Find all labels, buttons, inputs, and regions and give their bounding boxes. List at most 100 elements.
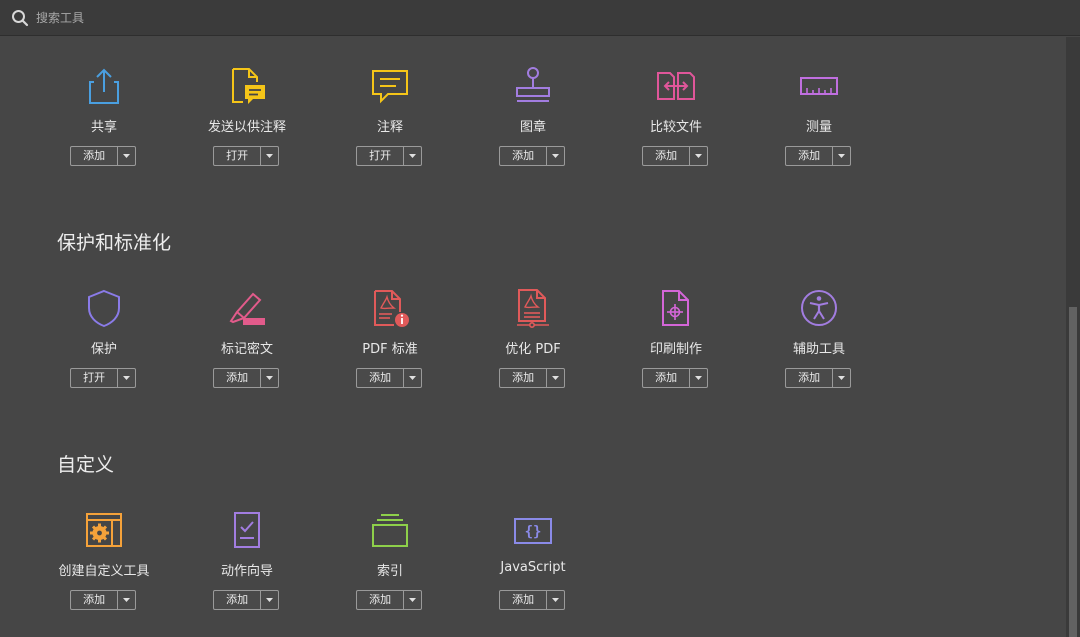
tool-button-label[interactable]: 添加: [214, 591, 262, 609]
dropdown-arrow-icon[interactable]: [261, 591, 278, 609]
pdf-standards-icon: [374, 290, 409, 327]
tool-label: 图章: [519, 120, 546, 135]
tool-action-button[interactable]: 打开: [356, 146, 422, 166]
tool-compare-files[interactable]: 比较文件 添加: [606, 66, 746, 176]
scrollbar-thumb[interactable]: [1069, 307, 1077, 637]
index-icon: [372, 514, 408, 547]
accessibility-icon: [801, 290, 837, 326]
tool-accessibility[interactable]: 辅助工具 添加: [749, 288, 889, 398]
tool-button-label[interactable]: 添加: [643, 147, 691, 165]
tool-measure[interactable]: 测量 添加: [749, 66, 889, 176]
tool-print-production[interactable]: 印刷制作 添加: [606, 288, 746, 398]
tool-action-wizard[interactable]: 动作向导 添加: [177, 510, 317, 620]
create-custom-tool-icon: [86, 513, 122, 547]
tool-action-button[interactable]: 添加: [356, 368, 422, 388]
dropdown-arrow-icon[interactable]: [547, 591, 564, 609]
dropdown-arrow-icon[interactable]: [118, 591, 135, 609]
tool-javascript[interactable]: {} JavaScript 添加: [463, 510, 603, 620]
tool-label: 注释: [376, 120, 403, 135]
search-bar: [0, 0, 1080, 36]
tool-label: JavaScript: [500, 560, 566, 575]
search-icon[interactable]: [11, 9, 29, 27]
tool-label: 标记密文: [220, 342, 273, 357]
tool-button-label[interactable]: 添加: [500, 147, 548, 165]
svg-text:{}: {}: [525, 524, 542, 540]
tool-label: 索引: [376, 564, 403, 579]
vertical-scrollbar[interactable]: [1066, 37, 1080, 637]
dropdown-arrow-icon[interactable]: [404, 369, 421, 387]
tool-index[interactable]: 索引 添加: [320, 510, 460, 620]
tool-action-button[interactable]: 添加: [499, 590, 565, 610]
tool-label: PDF 标准: [362, 342, 418, 357]
tool-action-button[interactable]: 添加: [356, 590, 422, 610]
dropdown-arrow-icon[interactable]: [118, 369, 135, 387]
tool-optimize-pdf[interactable]: 优化 PDF 添加: [463, 288, 603, 398]
tool-label: 共享: [90, 120, 117, 135]
tool-label: 比较文件: [649, 120, 702, 135]
dropdown-arrow-icon[interactable]: [690, 147, 707, 165]
tool-label: 动作向导: [220, 564, 273, 579]
search-input[interactable]: [36, 8, 436, 28]
tool-button-label[interactable]: 添加: [71, 591, 119, 609]
tool-action-button[interactable]: 添加: [785, 368, 851, 388]
tool-action-button[interactable]: 添加: [70, 590, 136, 610]
action-wizard-icon: [234, 512, 260, 548]
dropdown-arrow-icon[interactable]: [261, 147, 278, 165]
tool-button-label[interactable]: 打开: [357, 147, 405, 165]
tool-share[interactable]: 共享 添加: [34, 66, 174, 176]
section-title-customize: 自定义: [57, 454, 115, 476]
tool-action-button[interactable]: 添加: [70, 146, 136, 166]
tool-label: 测量: [805, 120, 832, 135]
tool-action-button[interactable]: 添加: [499, 368, 565, 388]
dropdown-arrow-icon[interactable]: [261, 369, 278, 387]
dropdown-arrow-icon[interactable]: [404, 147, 421, 165]
protect-shield-icon: [88, 289, 120, 328]
tool-action-button[interactable]: 添加: [642, 146, 708, 166]
dropdown-arrow-icon[interactable]: [690, 369, 707, 387]
dropdown-arrow-icon[interactable]: [833, 147, 850, 165]
tool-action-button[interactable]: 添加: [785, 146, 851, 166]
dropdown-arrow-icon[interactable]: [547, 147, 564, 165]
tool-action-button[interactable]: 添加: [213, 368, 279, 388]
share-icon: [89, 68, 119, 104]
tool-stamp[interactable]: 图章 添加: [463, 66, 603, 176]
tool-button-label[interactable]: 添加: [357, 369, 405, 387]
tool-button-label[interactable]: 添加: [643, 369, 691, 387]
tool-action-button[interactable]: 添加: [642, 368, 708, 388]
compare-files-icon: [657, 72, 695, 100]
tool-label: 优化 PDF: [505, 342, 561, 357]
tool-pdf-standards[interactable]: PDF 标准 添加: [320, 288, 460, 398]
tools-content: 共享 添加 发送以供注释 打开 注释 打开 图章 添加 比较文件 添加 测量 添…: [0, 37, 1066, 637]
tool-send-for-comments[interactable]: 发送以供注释 打开: [177, 66, 317, 176]
measure-icon: [800, 77, 838, 95]
tool-button-label[interactable]: 添加: [71, 147, 119, 165]
tool-button-label[interactable]: 添加: [214, 369, 262, 387]
tool-button-label[interactable]: 添加: [500, 591, 548, 609]
tool-button-label[interactable]: 添加: [786, 369, 834, 387]
dropdown-arrow-icon[interactable]: [404, 591, 421, 609]
tool-label: 印刷制作: [649, 342, 702, 357]
stamp-icon: [516, 67, 550, 102]
tool-button-label[interactable]: 打开: [71, 369, 119, 387]
tool-button-label[interactable]: 添加: [500, 369, 548, 387]
dropdown-arrow-icon[interactable]: [547, 369, 564, 387]
tool-action-button[interactable]: 打开: [213, 146, 279, 166]
dropdown-arrow-icon[interactable]: [118, 147, 135, 165]
tool-label: 保护: [90, 342, 117, 357]
tool-action-button[interactable]: 添加: [213, 590, 279, 610]
dropdown-arrow-icon[interactable]: [833, 369, 850, 387]
tool-comment[interactable]: 注释 打开: [320, 66, 460, 176]
tool-label: 创建自定义工具: [58, 564, 150, 579]
tool-label: 辅助工具: [792, 342, 845, 357]
tool-action-button[interactable]: 打开: [70, 368, 136, 388]
tool-action-button[interactable]: 添加: [499, 146, 565, 166]
tool-create-custom-tool[interactable]: 创建自定义工具 添加: [34, 510, 174, 620]
print-production-icon: [662, 290, 689, 326]
send-for-comments-icon: [232, 68, 265, 104]
tool-button-label[interactable]: 打开: [214, 147, 262, 165]
tool-button-label[interactable]: 添加: [786, 147, 834, 165]
tool-protect[interactable]: 保护 打开: [34, 288, 174, 398]
tool-button-label[interactable]: 添加: [357, 591, 405, 609]
tool-label: 发送以供注释: [207, 120, 286, 135]
tool-redact[interactable]: 标记密文 添加: [177, 288, 317, 398]
